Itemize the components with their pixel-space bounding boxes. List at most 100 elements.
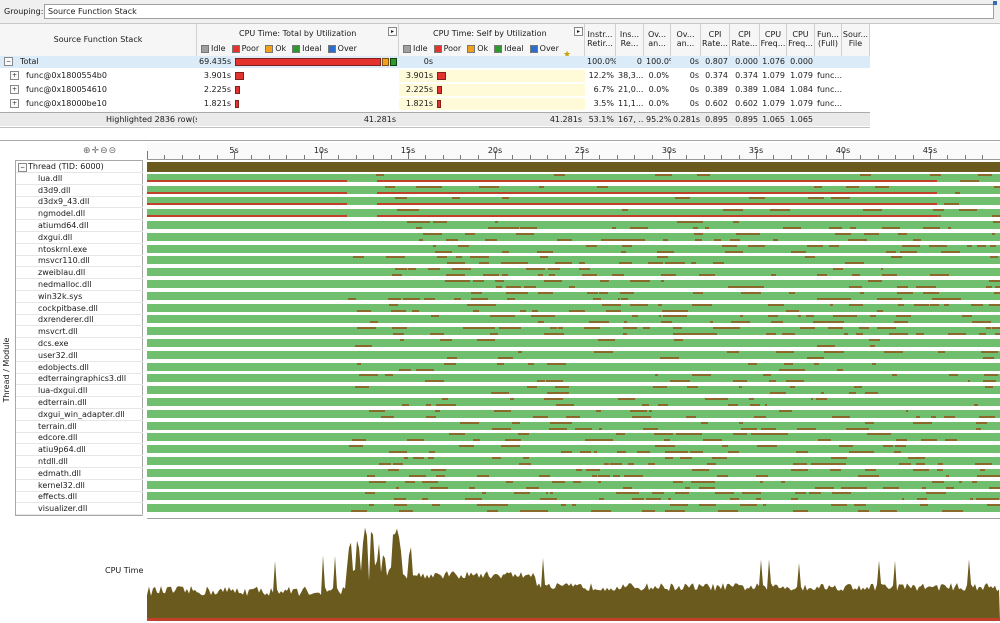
table-row[interactable]: + func@0x1800554b0 3.901s 3.901s 12.2% 38,3..… [0,70,870,82]
ruler-tick-label: 30s [661,146,677,155]
column-header-freq1[interactable]: CPU Freq... [760,24,787,56]
column-header-cpi1[interactable]: CPI Rate... [701,24,730,56]
module-lane[interactable] [147,504,1000,513]
collapse-toggle-icon[interactable]: − [18,163,27,172]
expand-toggle-icon[interactable]: − [4,57,13,66]
module-row[interactable]: terrain.dll [16,421,143,433]
column-header-stack[interactable]: Source Function Stack [0,24,197,56]
module-lane[interactable] [147,185,1000,194]
module-row[interactable]: msvcrt.dll [16,326,143,339]
module-lane[interactable] [147,221,1000,229]
module-lane[interactable] [147,315,1000,324]
module-row[interactable]: cockpitbase.dll [16,303,143,315]
module-row[interactable]: kernel32.dll [16,480,143,492]
module-lane[interactable] [147,398,1000,406]
module-row[interactable]: lua-dxgui.dll [16,385,143,398]
module-lane[interactable] [147,244,1000,253]
module-lane[interactable] [147,350,1000,359]
activity-mark [432,244,436,247]
module-lane[interactable] [147,280,1000,288]
module-lane[interactable] [147,173,1000,182]
module-lane[interactable] [147,409,1000,418]
module-row[interactable]: nedmalloc.dll [16,279,143,291]
expand-icon[interactable]: ▸ [388,27,397,36]
module-lane[interactable] [147,303,1000,312]
close-icon[interactable] [993,1,997,5]
module-row[interactable]: ntdll.dll [16,456,143,468]
zoom-in-icon[interactable]: ⊕ [83,146,92,156]
module-lane[interactable] [147,421,1000,430]
module-row[interactable]: zweiblau.dll [16,267,143,280]
module-row[interactable]: edmath.dll [16,468,143,480]
zoom-reset-icon[interactable]: ⊝ [109,146,118,156]
column-header-self[interactable]: CPU Time: Self by Utilization ▸ Idle Poor… [399,24,585,56]
zoom-out-icon[interactable]: ⊖ [100,146,109,156]
module-row[interactable]: win32k.sys [16,291,143,303]
module-row[interactable]: edterraingraphics3.dll [16,373,143,386]
column-header-src[interactable]: Sour... File [842,24,870,56]
module-lane[interactable] [147,468,1000,477]
module-row[interactable]: d3d9.dll [16,185,143,197]
expand-toggle-icon[interactable]: + [10,99,19,108]
module-row[interactable]: ngmodel.dll [16,208,143,221]
thread-header[interactable]: Thread (TID: 6000) [16,161,143,173]
expand-icon[interactable]: ▸ [574,27,583,36]
module-lane[interactable] [147,445,1000,454]
module-row[interactable]: user32.dll [16,350,143,362]
column-header-freq2[interactable]: CPU Freq... [787,24,815,56]
module-row[interactable]: ntoskrnl.exe [16,244,143,256]
column-header-ins-re[interactable]: Ins... Re... [616,24,644,56]
module-lane[interactable] [147,480,1000,489]
column-header-ov2[interactable]: Ov... an... [671,24,701,56]
module-lane[interactable] [147,291,1000,300]
module-row[interactable]: d3dx9_43.dll [16,196,143,209]
module-lane[interactable] [147,386,1000,395]
module-row[interactable]: atiumd64.dll [16,220,143,232]
module-lane[interactable] [147,232,1000,241]
zoom-fit-icon[interactable]: ✛ [92,146,101,156]
module-row[interactable]: dxgui_win_adapter.dll [16,409,143,421]
module-row[interactable]: atiu9p64.dll [16,444,143,457]
expand-toggle-icon[interactable]: + [10,71,19,80]
module-row[interactable]: edcore.dll [16,432,143,445]
module-lane[interactable] [147,256,1000,265]
module-row[interactable]: lua.dll [16,173,143,185]
module-row[interactable]: edobjects.dll [16,362,143,374]
module-lane[interactable] [147,492,1000,501]
module-lane[interactable] [147,339,1000,347]
module-lane[interactable] [147,362,1000,371]
module-row[interactable]: edterrain.dll [16,397,143,409]
module-row[interactable]: dxgui.dll [16,232,143,244]
module-row[interactable]: dcs.exe [16,338,143,350]
module-lane[interactable] [147,433,1000,442]
activity-mark [917,498,928,501]
thread-lane[interactable] [147,162,1000,172]
cpu-time-graph[interactable] [147,518,1000,621]
module-row[interactable]: msvcr110.dll [16,255,143,268]
module-lane[interactable] [147,327,1000,336]
column-header-instr[interactable]: Instr... Retir... [585,24,616,56]
column-header-ov1[interactable]: Ov... an... [644,24,671,56]
column-header-total[interactable]: CPU Time: Total by Utilization ▸ Idle Poo… [197,24,399,56]
expand-toggle-icon[interactable]: + [10,85,19,94]
timeline-lanes[interactable] [147,160,1000,516]
time-ruler[interactable]: 5s 10s 15s 20s 25s 30s 35s 40s 45s [147,143,1000,160]
column-header-fun[interactable]: Fun... (Full) [815,24,842,56]
module-lane[interactable] [147,209,1000,218]
activity-mark [722,209,743,212]
table-row[interactable]: + func@0x180054610 2.225s 2.225s 6.7% 21,0...… [0,84,870,96]
module-row[interactable]: visualizer.dll [16,503,143,516]
grouping-dropdown[interactable]: Source Function Stack [44,4,994,19]
activity-mark [736,232,753,235]
module-lane[interactable] [147,374,1000,383]
module-lane[interactable] [147,197,1000,206]
column-header-cpi2[interactable]: CPI Rate... [730,24,760,56]
module-lane[interactable] [147,268,1000,277]
zoom-controls[interactable]: ⊕✛⊖⊝ [83,146,117,156]
module-lane[interactable] [147,457,1000,465]
module-row[interactable]: dxrenderer.dll [16,314,143,327]
table-row[interactable]: −Total 69.435s 0s 100.0% 0 100.0% 0s 0.807 0.000… [0,56,870,68]
table-row[interactable]: + func@0x18000be10 1.821s 1.821s 3.5% 11,1...… [0,98,870,110]
module-row[interactable]: effects.dll [16,491,143,504]
activity-mark [442,256,448,259]
